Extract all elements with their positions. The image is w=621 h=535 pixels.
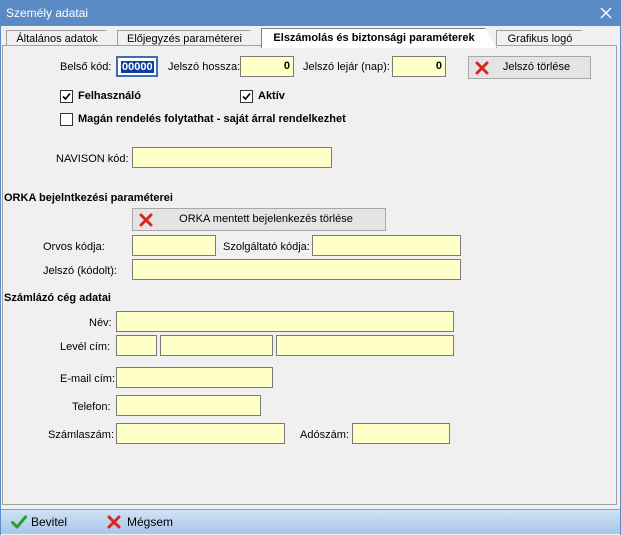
jelszo-lejar-input[interactable]: 0 bbox=[392, 56, 446, 77]
title-bar: Személy adatai bbox=[0, 0, 621, 26]
szamlaszam-label: Számlaszám: bbox=[48, 429, 115, 441]
belso-kod-value: 00000 bbox=[121, 61, 154, 73]
bottom-toolbar: Bevitel Mégsem bbox=[1, 509, 620, 534]
tab-strip: Általános adatok Előjegyzés paraméterei … bbox=[0, 26, 621, 46]
tab-elszamolas-biztonsagi[interactable]: Elszámolás és biztonsági paraméterek bbox=[261, 28, 497, 48]
billing-section-title: Számlázó cég adatai bbox=[4, 292, 111, 304]
adoszam-input[interactable] bbox=[352, 423, 450, 444]
checkmark-icon bbox=[11, 515, 27, 529]
checkmark-icon bbox=[62, 92, 71, 101]
magan-rendeles-checkbox[interactable] bbox=[60, 113, 73, 126]
cancel-x-icon bbox=[107, 515, 121, 529]
jelszo-torlese-button[interactable]: Jelszó törlése bbox=[468, 56, 591, 79]
close-icon bbox=[600, 7, 612, 19]
jelszo-torlese-label: Jelszó törlése bbox=[502, 61, 571, 73]
belso-kod-input[interactable]: 00000 bbox=[116, 56, 158, 77]
szamlaszam-input[interactable] bbox=[116, 423, 285, 444]
orvos-kodja-input[interactable] bbox=[132, 235, 216, 256]
orvos-kodja-label: Orvos kódja: bbox=[43, 241, 105, 253]
tab-label: Előjegyzés paraméterei bbox=[127, 33, 242, 45]
szolgaltato-kodja-input[interactable] bbox=[312, 235, 461, 256]
tab-label: Általános adatok bbox=[16, 33, 98, 45]
belso-kod-label: Belső kód: bbox=[60, 61, 112, 73]
level-cim-zip-input[interactable] bbox=[116, 335, 157, 356]
jelszo-hossza-input[interactable]: 0 bbox=[240, 56, 294, 77]
jelszo-hossza-label: Jelszó hossza: bbox=[168, 61, 241, 73]
tab-label: Elszámolás és biztonsági paraméterek bbox=[273, 32, 475, 44]
aktiv-checkbox[interactable] bbox=[240, 90, 253, 103]
navison-kod-input[interactable] bbox=[132, 147, 332, 168]
adoszam-label: Adószám: bbox=[300, 429, 349, 441]
level-cim-label: Levél cím: bbox=[60, 341, 111, 353]
bevitel-button[interactable]: Bevitel bbox=[11, 510, 81, 535]
orka-torles-label: ORKA mentett bejelenkezés törlése bbox=[179, 213, 353, 225]
bevitel-label: Bevitel bbox=[31, 515, 68, 529]
jelszo-kodolt-input[interactable] bbox=[132, 259, 461, 280]
email-label: E-mail cím: bbox=[60, 373, 115, 385]
close-button[interactable] bbox=[595, 2, 617, 24]
checkmark-icon bbox=[242, 92, 251, 101]
level-cim-street-input[interactable] bbox=[276, 335, 454, 356]
orka-section-title: ORKA bejelntkezési paraméterei bbox=[4, 192, 173, 204]
tab-label: Grafikus logó bbox=[507, 33, 573, 45]
szolgaltato-kodja-label: Szolgáltató kódja: bbox=[223, 241, 310, 253]
level-cim-city-input[interactable] bbox=[160, 335, 273, 356]
felhasznalo-label: Felhasználó bbox=[78, 90, 141, 102]
nev-label: Név: bbox=[89, 317, 112, 329]
orka-torles-button[interactable]: ORKA mentett bejelenkezés törlése bbox=[132, 208, 386, 231]
nev-input[interactable] bbox=[116, 311, 454, 332]
magan-rendeles-label: Magán rendelés folytathat - saját árral … bbox=[78, 113, 346, 125]
telefon-label: Telefon: bbox=[72, 401, 111, 413]
window-title: Személy adatai bbox=[6, 6, 89, 20]
navison-kod-label: NAVISON kód: bbox=[56, 153, 129, 165]
megsem-label: Mégsem bbox=[127, 515, 174, 529]
jelszo-kodolt-label: Jelszó (kódolt): bbox=[43, 265, 117, 277]
aktiv-label: Aktív bbox=[258, 90, 285, 102]
megsem-button[interactable]: Mégsem bbox=[107, 510, 187, 535]
email-input[interactable] bbox=[116, 367, 273, 388]
telefon-input[interactable] bbox=[116, 395, 261, 416]
jelszo-lejar-label: Jelszó lejár (nap): bbox=[303, 61, 390, 73]
felhasznalo-checkbox[interactable] bbox=[60, 90, 73, 103]
tab-panel: Belső kód: 00000 Jelszó hossza: 0 Jelszó… bbox=[2, 45, 617, 505]
